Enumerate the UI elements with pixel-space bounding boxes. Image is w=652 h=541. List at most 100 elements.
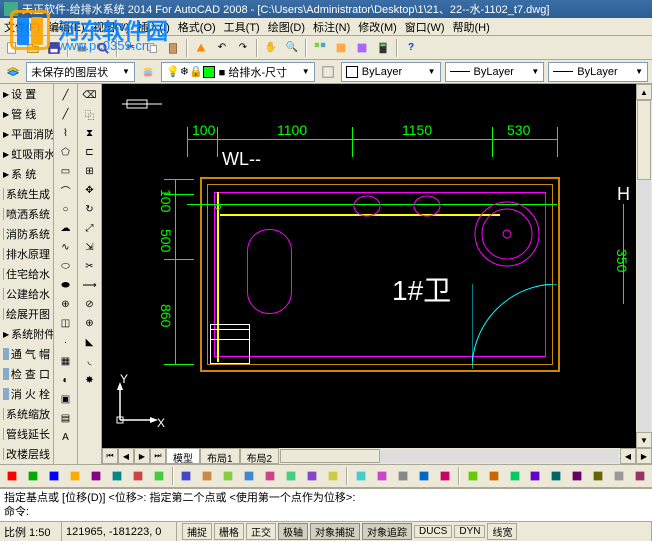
gradient-icon[interactable]: ◐ [56,371,76,389]
scroll-thumb[interactable] [637,100,651,180]
domain-tool-icon[interactable] [463,466,483,486]
domain-tool-icon[interactable] [546,466,566,486]
domain-tool-icon[interactable] [351,466,371,486]
domain-tool-icon[interactable] [2,466,22,486]
menu-item[interactable]: 文件(F) [4,19,40,35]
sidebar-item[interactable]: 系统缩放 [0,404,53,424]
domain-tool-icon[interactable] [218,466,238,486]
fillet-icon[interactable]: ◟ [80,352,100,370]
scroll-thumb[interactable] [280,449,380,463]
linetype-combo[interactable]: ByLayer ▼ [445,62,545,82]
save-icon[interactable] [44,38,64,58]
tab-first-icon[interactable]: ⏮ [102,448,118,464]
sidebar-item[interactable]: 公建给水 [0,284,53,304]
chamfer-icon[interactable]: ◣ [80,333,100,351]
sidebar-item[interactable]: 通 气 帽 [0,344,53,364]
tab-prev-icon[interactable]: ◀ [118,448,134,464]
layer-mgr-icon[interactable] [4,62,22,82]
domain-tool-icon[interactable] [239,466,259,486]
sidebar-item[interactable]: 消 火 栓 [0,384,53,404]
layout-tab[interactable]: 布局1 [200,448,240,464]
scroll-down-icon[interactable]: ▼ [636,432,652,448]
domain-tool-icon[interactable] [128,466,148,486]
hatch-icon[interactable]: ▦ [56,352,76,370]
copy-obj-icon[interactable]: ⿻ [80,105,100,123]
sidebar-item[interactable]: 绘展开图 [0,304,53,324]
menu-item[interactable]: 编辑(E) [48,19,85,35]
domain-tool-icon[interactable] [323,466,343,486]
domain-tool-icon[interactable] [505,466,525,486]
offset-icon[interactable]: ⊏ [80,143,100,161]
sidebar-item[interactable]: 喷洒系统 [0,204,53,224]
domain-tool-icon[interactable] [526,466,546,486]
domain-tool-icon[interactable] [65,466,85,486]
domain-tool-icon[interactable] [393,466,413,486]
paste-icon[interactable] [163,38,183,58]
pline-icon[interactable]: ⌇ [56,124,76,142]
layer-states-icon[interactable] [139,62,157,82]
domain-tool-icon[interactable] [281,466,301,486]
ellipsearc-icon[interactable]: ⬬ [56,276,76,294]
sidebar-item[interactable]: 改楼层线 [0,444,53,464]
scroll-up-icon[interactable]: ▲ [636,84,652,100]
point-icon[interactable]: · [56,333,76,351]
undo-icon[interactable]: ↶ [212,38,232,58]
region-icon[interactable]: ▣ [56,390,76,408]
circle-icon[interactable]: ○ [56,200,76,218]
sidebar-item[interactable]: 管线延长 [0,424,53,444]
trim-icon[interactable]: ✂ [80,257,100,275]
sidebar-item[interactable]: 检 查 口 [0,364,53,384]
stretch-icon[interactable]: ⇲ [80,238,100,256]
domain-tool-icon[interactable] [86,466,106,486]
tool-icon[interactable] [310,38,330,58]
calc-icon[interactable] [373,38,393,58]
domain-tool-icon[interactable] [149,466,169,486]
sidebar-item[interactable]: ▶系 统 [0,164,53,184]
domain-tool-icon[interactable] [609,466,629,486]
layout-tab[interactable]: 布局2 [240,448,280,464]
sidebar-item[interactable]: 排水原理 [0,244,53,264]
menu-item[interactable]: 标注(N) [313,19,350,35]
revcloud-icon[interactable]: ☁ [56,219,76,237]
menu-item[interactable]: 帮助(H) [453,19,490,35]
tool2-icon[interactable] [331,38,351,58]
menu-item[interactable]: 修改(M) [358,19,397,35]
domain-tool-icon[interactable] [372,466,392,486]
domain-tool-icon[interactable] [107,466,127,486]
mtext-icon[interactable]: A [56,428,76,446]
sidebar-item[interactable]: ▶管 线 [0,104,53,124]
drawing-area[interactable]: 100 1100 1150 530 WL-- 100 500 860 [102,84,652,464]
xline-icon[interactable]: ╱ [56,105,76,123]
ellipse-icon[interactable]: ⬭ [56,257,76,275]
print-icon[interactable] [72,38,92,58]
arc-icon[interactable]: ⌒ [56,181,76,199]
layer-filter-combo[interactable]: 未保存的图层状 ▼ [26,62,135,82]
menu-item[interactable]: 格式(O) [178,19,216,35]
match-icon[interactable] [191,38,211,58]
table-icon[interactable]: ▤ [56,409,76,427]
break-icon[interactable]: ⊘ [80,295,100,313]
layer-combo[interactable]: 💡❄🔒 ■ 给排水-尺寸 ▼ [161,62,315,82]
domain-tool-icon[interactable] [435,466,455,486]
tab-last-icon[interactable]: ⏭ [150,448,166,464]
command-line[interactable]: 指定基点或 [位移(D)] <位移>: 指定第二个点或 <使用第一个点作为位移>… [0,488,652,521]
domain-tool-icon[interactable] [44,466,64,486]
mirror-icon[interactable]: ⧗ [80,124,100,142]
cut-icon[interactable]: ✂ [121,38,141,58]
menu-item[interactable]: 视图(V) [93,19,130,35]
menu-item[interactable]: 窗口(W) [405,19,445,35]
sidebar-item[interactable]: 消防系统 [0,224,53,244]
domain-tool-icon[interactable] [23,466,43,486]
scroll-left-icon[interactable]: ◀ [620,448,636,464]
menu-item[interactable]: 插入(I) [137,19,169,35]
block-icon[interactable]: ◫ [56,314,76,332]
rotate-icon[interactable]: ↻ [80,200,100,218]
tool3-icon[interactable] [352,38,372,58]
menu-item[interactable]: 工具(T) [224,19,260,35]
domain-tool-icon[interactable] [197,466,217,486]
tab-next-icon[interactable]: ▶ [134,448,150,464]
domain-tool-icon[interactable] [302,466,322,486]
color-combo[interactable]: ByLayer ▼ [341,62,441,82]
domain-tool-icon[interactable] [567,466,587,486]
lineweight-combo[interactable]: ByLayer ▼ [548,62,648,82]
